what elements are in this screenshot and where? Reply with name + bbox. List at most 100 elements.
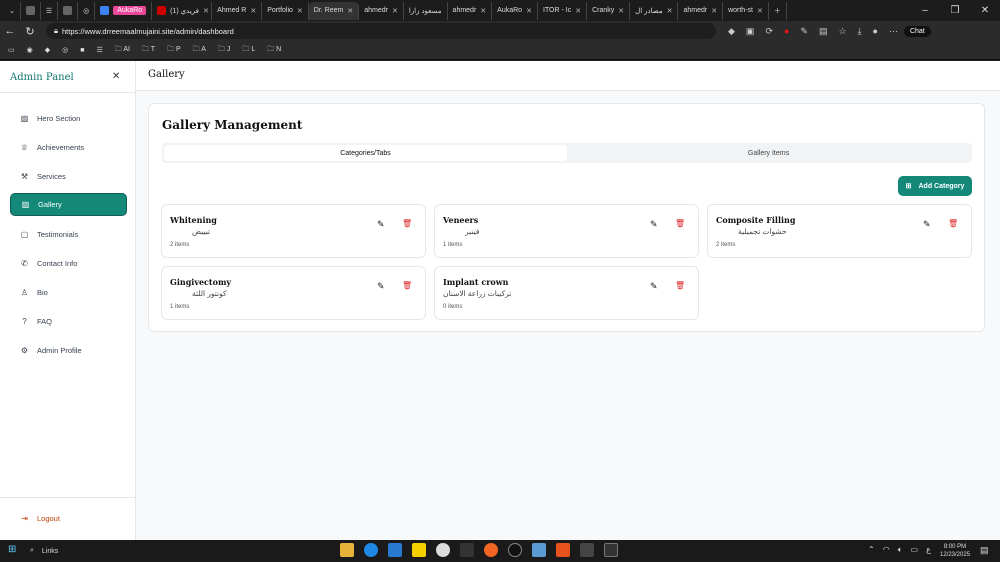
download-icon[interactable]: ⤓ bbox=[858, 26, 862, 37]
bookmark-icon[interactable]: ◆ bbox=[45, 46, 50, 54]
browser-tab[interactable]: ☰ bbox=[41, 1, 59, 20]
browser-tab[interactable]: (1) فريدي ✕ bbox=[152, 1, 213, 20]
windows-start-icon[interactable]: ⊞ bbox=[8, 544, 16, 555]
bookmark-folder[interactable]: 🗀 P bbox=[167, 45, 181, 56]
taskbar-search[interactable]: ⌕ Links bbox=[30, 543, 140, 559]
close-icon[interactable]: ✕ bbox=[618, 7, 624, 15]
xampp-icon[interactable] bbox=[556, 543, 570, 557]
extension-icon[interactable]: ◆ bbox=[728, 26, 735, 37]
browser-tab[interactable]: مصادر ال ✕ bbox=[630, 1, 679, 20]
sidebar-item-bio[interactable]: ♙ Bio bbox=[10, 281, 127, 304]
close-icon[interactable]: ✕ bbox=[575, 7, 581, 15]
add-category-button[interactable]: ⊞ Add Category bbox=[898, 176, 972, 196]
postman-icon[interactable] bbox=[484, 543, 498, 557]
bookmark-icon[interactable]: ▭ bbox=[8, 46, 15, 54]
bookmark-folder[interactable]: 🗀 AI bbox=[115, 45, 130, 56]
browser-tab[interactable]: ahmedr ✕ bbox=[448, 1, 493, 20]
app-icon[interactable] bbox=[508, 543, 522, 557]
favorites-icon[interactable]: ☆ bbox=[838, 26, 846, 37]
close-sidebar-icon[interactable]: ✕ bbox=[112, 71, 120, 82]
close-icon[interactable]: ✕ bbox=[203, 7, 209, 15]
close-window-button[interactable]: ✕ bbox=[970, 0, 1000, 21]
bookmark-folder[interactable]: 🗀 N bbox=[267, 45, 281, 56]
terminal-icon[interactable] bbox=[604, 543, 618, 557]
bookmark-icon[interactable]: ◉ bbox=[27, 46, 33, 54]
bookmark-folder[interactable]: 🗀 J bbox=[218, 45, 230, 56]
battery-icon[interactable]: ▭ bbox=[911, 545, 919, 555]
extension-icon[interactable]: ▣ bbox=[746, 26, 755, 37]
edit-icon[interactable]: ✎ bbox=[377, 219, 385, 230]
minimize-button[interactable]: – bbox=[910, 0, 940, 21]
browser-tab[interactable]: ITOR - Ic ✕ bbox=[538, 1, 588, 20]
browser-tab[interactable]: AukaRo bbox=[95, 1, 153, 20]
sidebar-item-gallery[interactable]: ▨ Gallery bbox=[10, 193, 127, 216]
trash-icon[interactable]: 🗑︎ bbox=[675, 281, 685, 290]
app-icon[interactable] bbox=[460, 543, 474, 557]
copilot-chat-button[interactable]: Chat bbox=[903, 25, 931, 37]
close-icon[interactable]: ✕ bbox=[297, 7, 303, 15]
browser-tab[interactable]: worth-st ✕ bbox=[723, 1, 769, 20]
browser-tab[interactable]: ◎ bbox=[78, 1, 96, 20]
close-icon[interactable]: ✕ bbox=[526, 7, 532, 15]
extension-icon[interactable]: ✎ bbox=[800, 26, 808, 37]
trash-icon[interactable]: 🗑︎ bbox=[675, 219, 685, 228]
sidebar-item-admin-profile[interactable]: ⚙ Admin Profile bbox=[10, 339, 127, 362]
tab-menu-button[interactable]: ⌄ bbox=[4, 1, 21, 20]
edit-icon[interactable]: ✎ bbox=[650, 219, 658, 230]
extension-icon[interactable]: ● bbox=[784, 26, 789, 36]
clock[interactable]: 8:00 PM 12/23/2025 bbox=[940, 543, 970, 559]
close-icon[interactable]: ✕ bbox=[392, 7, 398, 15]
address-bar[interactable]: 🔒︎ https://www.drreemaalmujaini.site/admi… bbox=[46, 23, 716, 39]
extension-icon[interactable]: ⟳ bbox=[765, 26, 773, 37]
edge-icon[interactable] bbox=[364, 543, 378, 557]
back-button[interactable]: ← bbox=[0, 25, 20, 37]
browser-tab-active[interactable]: Dr. Reem ✕ bbox=[308, 1, 360, 20]
reload-button[interactable]: ↻ bbox=[20, 25, 40, 38]
sticky-notes-icon[interactable] bbox=[412, 543, 426, 557]
browser-tab[interactable]: ahmedr ✕ bbox=[678, 1, 724, 20]
sidebar-item-achievements[interactable]: ♕ Achievements bbox=[10, 136, 127, 159]
close-icon[interactable]: ✕ bbox=[711, 7, 717, 15]
browser-tab[interactable]: مسعود زارا bbox=[404, 1, 448, 20]
bookmark-icon[interactable]: ■ bbox=[80, 47, 84, 54]
wifi-icon[interactable]: ◠ bbox=[883, 545, 890, 555]
browser-tab[interactable] bbox=[58, 1, 79, 20]
sidebar-item-services[interactable]: ⚒ Services bbox=[10, 165, 127, 188]
sidebar-item-testimonials[interactable]: ▢ Testimonials bbox=[10, 223, 127, 246]
file-explorer-icon[interactable] bbox=[340, 543, 354, 557]
notifications-icon[interactable]: ▤ bbox=[980, 545, 989, 556]
language-indicator[interactable]: ع bbox=[926, 545, 931, 555]
profile-avatar[interactable]: ● bbox=[873, 26, 878, 36]
volume-icon[interactable]: 🔈︎ bbox=[898, 545, 903, 555]
extension-icon[interactable]: ▤ bbox=[819, 26, 828, 37]
tab-gallery-items[interactable]: Gallery Items bbox=[567, 145, 970, 161]
browser-tab[interactable]: Ahmed R ✕ bbox=[212, 1, 263, 20]
browser-tab[interactable]: AukaRo ✕ bbox=[492, 1, 538, 20]
close-icon[interactable]: ✕ bbox=[667, 7, 673, 15]
trash-icon[interactable]: 🗑︎ bbox=[948, 219, 958, 228]
bookmark-icon[interactable]: ◎ bbox=[62, 46, 68, 54]
edit-icon[interactable]: ✎ bbox=[923, 219, 931, 230]
bookmark-folder[interactable]: 🗀 L bbox=[242, 45, 255, 56]
edit-icon[interactable]: ✎ bbox=[650, 281, 658, 292]
tab-categories[interactable]: Categories/Tabs bbox=[164, 145, 567, 161]
close-icon[interactable]: ✕ bbox=[757, 7, 763, 15]
sidebar-item-contact-info[interactable]: ✆ Contact Info bbox=[10, 252, 127, 275]
chevron-up-icon[interactable]: ⌃ bbox=[868, 545, 875, 555]
app-icon[interactable] bbox=[532, 543, 546, 557]
sidebar-item-faq[interactable]: ? FAQ bbox=[10, 310, 127, 333]
browser-tab[interactable]: Portfolio ✕ bbox=[262, 1, 309, 20]
trash-icon[interactable]: 🗑︎ bbox=[402, 219, 412, 228]
logout-button[interactable]: ⇥ Logout bbox=[10, 507, 127, 530]
vscode-icon[interactable] bbox=[388, 543, 402, 557]
browser-tab[interactable] bbox=[21, 1, 41, 20]
close-icon[interactable]: ✕ bbox=[250, 7, 256, 15]
browser-tab[interactable]: Cranky ✕ bbox=[587, 1, 631, 20]
bookmark-folder[interactable]: 🗀 A bbox=[193, 45, 206, 56]
close-icon[interactable]: ✕ bbox=[480, 7, 486, 15]
more-icon[interactable]: ⋯ bbox=[889, 26, 898, 37]
edit-icon[interactable]: ✎ bbox=[377, 281, 385, 292]
close-icon[interactable]: ✕ bbox=[347, 7, 353, 15]
bookmark-folder[interactable]: 🗀 T bbox=[142, 45, 155, 56]
app-icon[interactable] bbox=[580, 543, 594, 557]
